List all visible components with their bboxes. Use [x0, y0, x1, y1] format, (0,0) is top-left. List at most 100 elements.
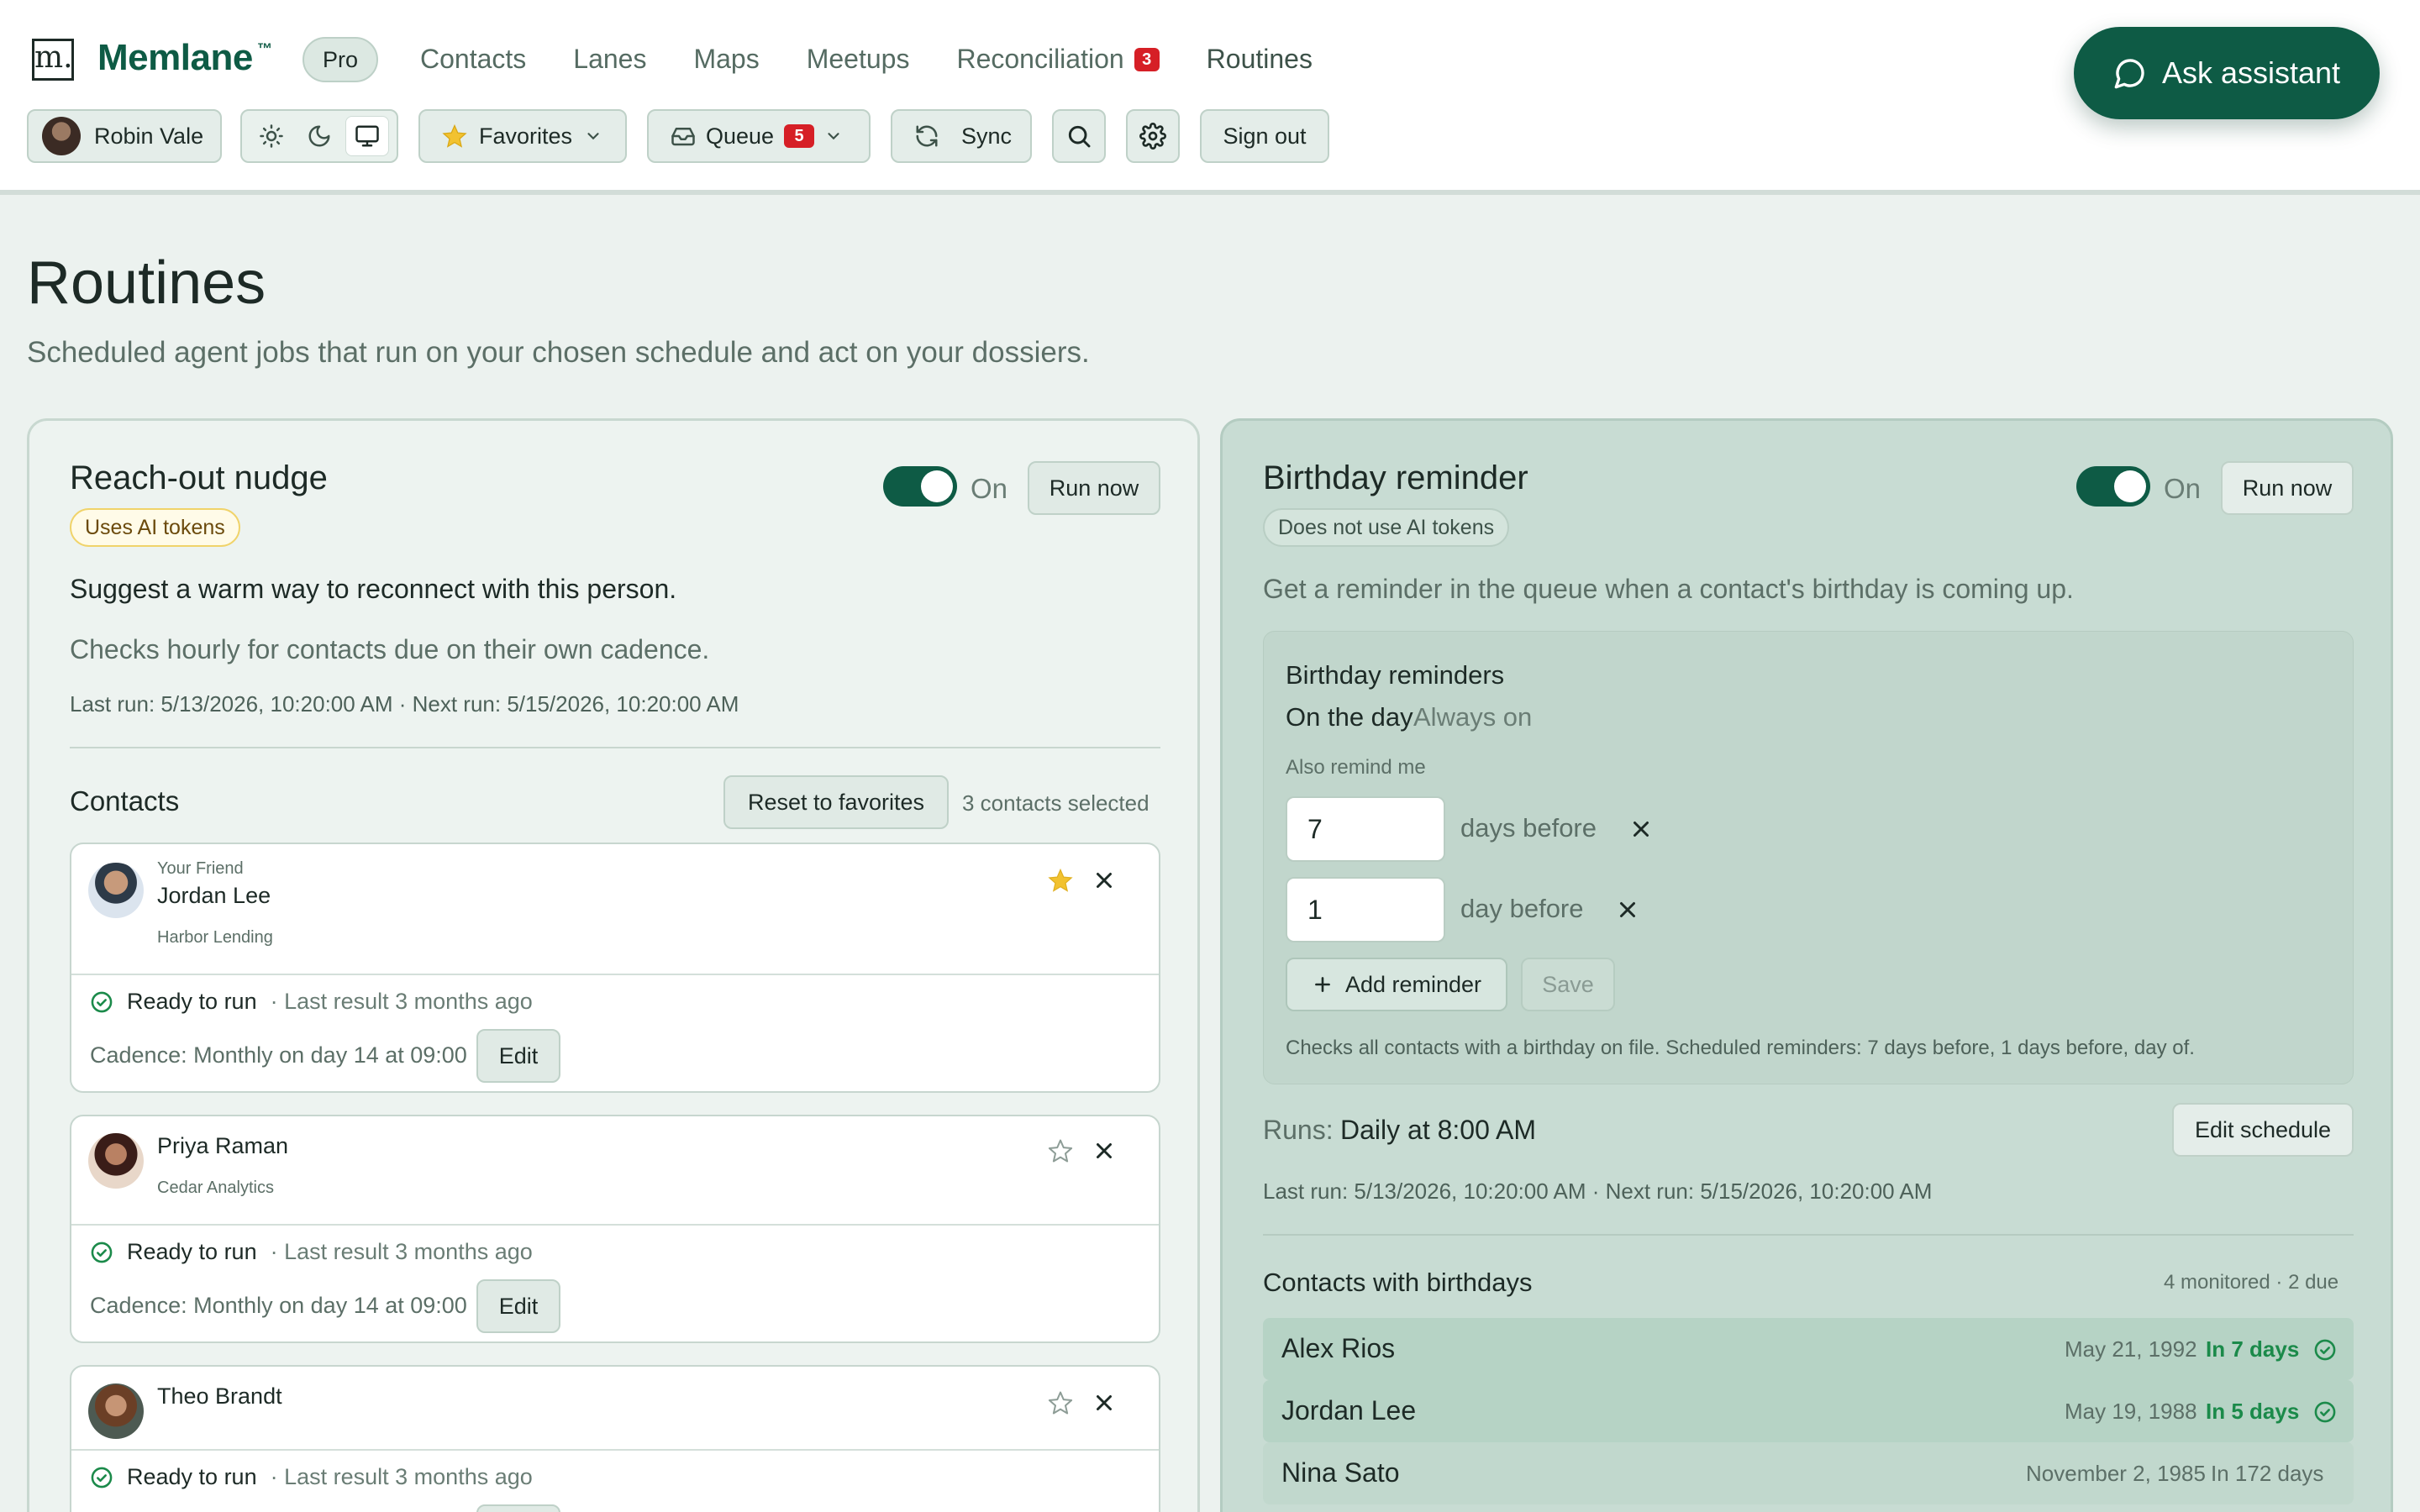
ai-tokens-badge: Uses AI tokens [70, 508, 240, 547]
run-times: Last run: 5/13/2026, 10:20:00 AM · Next … [1263, 1179, 1933, 1204]
search-icon [1068, 125, 1091, 148]
routine-enabled-toggle[interactable] [883, 466, 957, 507]
edit-cadence-button[interactable]: Edit [476, 1029, 560, 1083]
theme-system-button[interactable] [345, 116, 390, 156]
birthday-contact-name: Alex Rios [1281, 1333, 1396, 1363]
sign-out-button[interactable]: Sign out [1200, 109, 1329, 163]
toggle-state-label: On [971, 473, 1008, 504]
routine-enabled-toggle[interactable] [2076, 466, 2150, 507]
edit-schedule-button[interactable]: Edit schedule [2172, 1103, 2354, 1157]
check-circle-icon [2314, 1339, 2336, 1361]
run-now-button[interactable]: Run now [1028, 461, 1160, 515]
star-filled-icon [442, 123, 467, 148]
favorites-label: Favorites [479, 123, 573, 149]
birthday-countdown: In 5 days [2206, 1399, 2300, 1424]
nav-reconciliation[interactable]: Reconciliation 3 [956, 44, 1160, 75]
reminder-unit-label: day before [1460, 894, 1584, 923]
contact-card: Your Friend Jordan Lee Harbor Lending Re… [70, 843, 1160, 1093]
reminder-days-input[interactable] [1286, 796, 1445, 862]
status-label: Ready to run [127, 1239, 257, 1264]
star-filled-icon[interactable] [1048, 868, 1073, 893]
birthday-row[interactable]: Nina Sato November 2, 1985 In 172 days [1263, 1442, 2354, 1504]
remove-reminder-icon[interactable] [1615, 897, 1640, 922]
star-outline-icon[interactable] [1048, 1138, 1073, 1163]
nav-maps[interactable]: Maps [693, 44, 759, 75]
remove-reminder-icon[interactable] [1628, 816, 1654, 842]
sun-icon [259, 124, 283, 148]
brand-name[interactable]: Memlane [97, 37, 253, 79]
reminder-days-input[interactable] [1286, 877, 1445, 942]
close-icon[interactable] [1092, 1138, 1117, 1163]
sync-button[interactable]: Sync [891, 109, 1032, 163]
birthday-countdown: In 7 days [2206, 1336, 2300, 1362]
toggle-knob [921, 470, 953, 502]
run-now-button[interactable]: Run now [2221, 461, 2354, 515]
theme-switcher [240, 109, 398, 163]
main-nav: Contacts Lanes Maps Meetups Reconciliati… [420, 44, 1360, 75]
ask-assistant-button[interactable]: Ask assistant [2074, 27, 2380, 119]
nav-lanes[interactable]: Lanes [573, 44, 646, 75]
section-divider [70, 747, 1160, 748]
run-status: Ready to run · Last result 3 months ago [90, 1239, 533, 1265]
user-name: Robin Vale [94, 123, 204, 149]
edit-cadence-button[interactable] [476, 1504, 560, 1512]
logo-mark[interactable]: m. [32, 39, 74, 81]
page-title: Routines [27, 249, 266, 317]
contact-card: Priya Raman Cedar Analytics Ready to run… [70, 1115, 1160, 1343]
run-status: Ready to run · Last result 3 months ago [90, 989, 533, 1015]
edit-cadence-button[interactable]: Edit [476, 1279, 560, 1333]
nav-meetups[interactable]: Meetups [807, 44, 910, 75]
moon-icon [308, 125, 330, 147]
close-icon[interactable] [1092, 868, 1117, 893]
birthday-row[interactable]: Jordan Lee May 19, 1988 In 5 days [1263, 1380, 2354, 1442]
run-status: Ready to run · Last result 3 months ago [90, 1464, 533, 1490]
status-label: Ready to run [127, 1464, 257, 1489]
routine-title: Birthday reminder [1263, 459, 1528, 496]
contact-avatar [88, 1383, 144, 1439]
check-circle-icon [2314, 1401, 2336, 1423]
section-divider [1263, 1234, 2354, 1236]
contact-name[interactable]: Theo Brandt [157, 1383, 282, 1410]
sync-label: Sync [961, 123, 1013, 149]
add-reminder-button[interactable]: Add reminder [1286, 958, 1507, 1011]
theme-light-button[interactable] [250, 116, 293, 156]
favorites-dropdown[interactable]: Favorites [418, 109, 627, 163]
birthday-contact-name: Jordan Lee [1281, 1395, 1417, 1425]
contact-header: Priya Raman Cedar Analytics [71, 1116, 1159, 1226]
selected-count: 3 contacts selected [962, 790, 1150, 816]
save-button[interactable]: Save [1521, 958, 1615, 1011]
contact-relation: Your Friend [157, 859, 244, 878]
nav-reconciliation-label: Reconciliation [956, 44, 1124, 74]
birthday-routine-card: Birthday reminder On Run now Does not us… [1220, 418, 2393, 1512]
toggle-state-label: On [2164, 473, 2202, 504]
queue-label: Queue [706, 123, 775, 149]
birthday-countdown: In 172 days [2211, 1461, 2324, 1486]
inbox-icon [671, 128, 695, 146]
star-outline-icon[interactable] [1048, 1390, 1073, 1415]
nav-routines[interactable]: Routines [1207, 44, 1313, 75]
queue-count-badge: 5 [784, 124, 815, 148]
gear-icon [1139, 123, 1166, 150]
birthday-date: November 2, 1985 [2026, 1461, 2206, 1486]
birthday-contact-name: Nina Sato [1281, 1457, 1400, 1488]
app-header: m. Memlane ™ Pro Contacts Lanes Maps Mee… [0, 0, 2420, 195]
nav-contacts[interactable]: Contacts [420, 44, 526, 75]
user-menu[interactable]: Robin Vale [27, 109, 222, 163]
birthdays-list-heading: Contacts with birthdays [1263, 1268, 1533, 1297]
user-avatar [42, 117, 81, 155]
queue-dropdown[interactable]: Queue 5 [647, 109, 871, 163]
reset-to-favorites-button[interactable]: Reset to favorites [723, 775, 949, 829]
contact-name[interactable]: Priya Raman [157, 1133, 288, 1159]
birthday-row[interactable]: Alex Rios May 21, 1992 In 7 days [1263, 1318, 2354, 1380]
monitor-icon [355, 125, 380, 147]
close-icon[interactable] [1092, 1390, 1117, 1415]
plan-badge: Pro [302, 37, 379, 82]
settings-button[interactable] [1126, 109, 1180, 163]
contact-card: Theo Brandt Ready to run · Last result 3… [70, 1365, 1160, 1512]
routine-description: Get a reminder in the queue when a conta… [1263, 574, 2074, 604]
theme-dark-button[interactable] [297, 116, 341, 156]
contact-name[interactable]: Jordan Lee [157, 883, 271, 909]
search-button[interactable] [1052, 109, 1106, 163]
cadence-text: Cadence: Monthly on day 14 at 09:00 [90, 1042, 467, 1068]
contact-avatar [88, 1133, 144, 1189]
